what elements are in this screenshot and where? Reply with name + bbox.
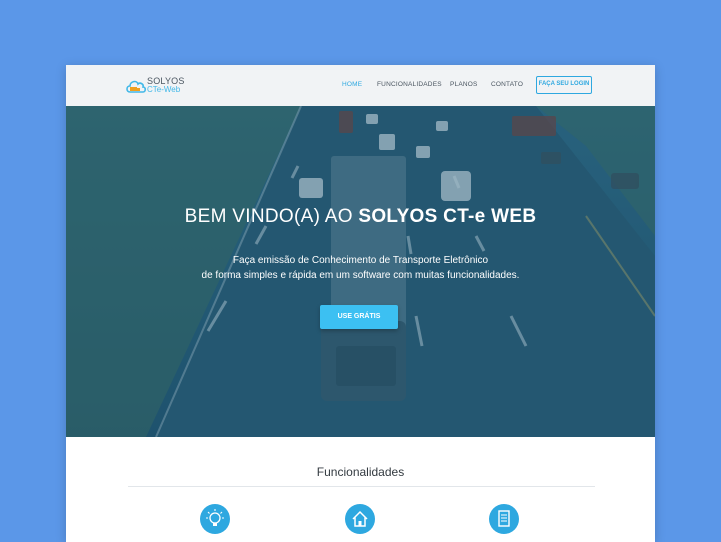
hero-title-strong: SOLYOS CT-e WEB: [358, 206, 537, 227]
lightbulb-icon: [200, 504, 230, 534]
features-divider: [128, 486, 595, 487]
login-button[interactable]: FAÇA SEU LOGIN: [536, 76, 592, 94]
features-title: Funcionalidades: [316, 465, 405, 479]
hero-subtitle-line2: de forma simples e rápida em um software…: [201, 270, 520, 281]
nav-home[interactable]: HOME: [342, 81, 362, 88]
hero-subtitle: Faça emissão de Conhecimento de Transpor…: [66, 253, 655, 283]
header: SOLYOS CTe-Web HOME FUNCIONALIDADES PLAN…: [66, 65, 655, 107]
cloud-truck-icon: [126, 80, 147, 93]
hero-subtitle-line1: Faça emissão de Conhecimento de Transpor…: [232, 255, 489, 266]
use-gratis-button[interactable]: USE GRÁTIS: [320, 305, 398, 329]
hero-title-prefix: BEM VINDO(A) AO: [184, 206, 359, 227]
logo-text-secondary: CTe-Web: [147, 85, 181, 94]
home-icon: [345, 504, 375, 534]
nav-funcionalidades[interactable]: FUNCIONALIDADES: [377, 81, 442, 88]
hero-section: BEM VINDO(A) AO SOLYOS CT-e WEB Faça emi…: [66, 106, 655, 437]
nav-planos[interactable]: PLANOS: [450, 81, 478, 88]
hero-title: BEM VINDO(A) AO SOLYOS CT-e WEB: [66, 206, 655, 228]
nav-contato[interactable]: CONTATO: [491, 81, 523, 88]
logo[interactable]: SOLYOS CTe-Web: [125, 74, 185, 98]
browser-frame: SOLYOS CTe-Web HOME FUNCIONALIDADES PLAN…: [66, 65, 655, 542]
document-icon: [489, 504, 519, 534]
